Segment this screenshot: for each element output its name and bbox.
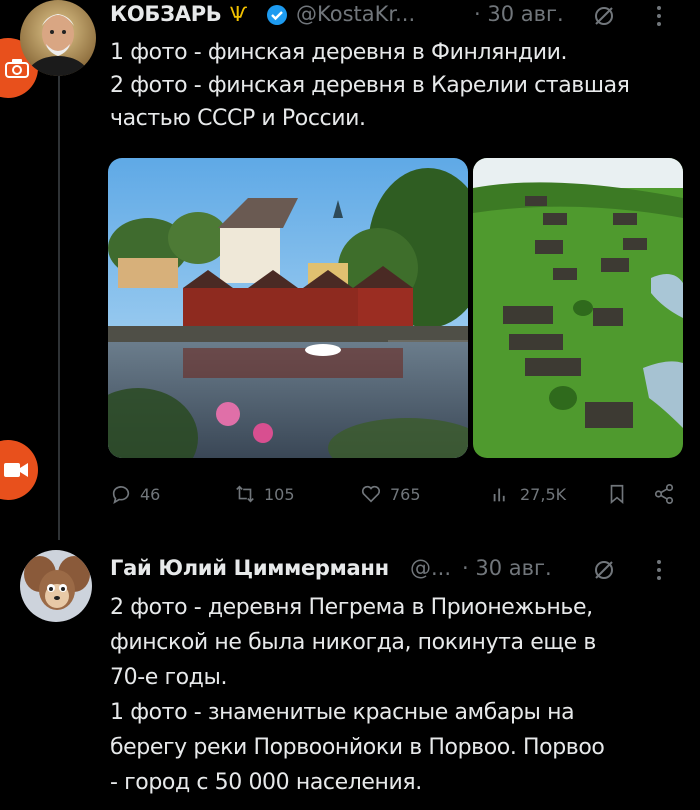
avatar[interactable] (20, 550, 92, 622)
camera-icon (5, 59, 29, 78)
video-button[interactable] (0, 440, 38, 500)
reply-icon (112, 486, 130, 504)
tweet-text-line: - город с 50 000 населения. (110, 770, 422, 795)
like-icon (361, 485, 381, 503)
grok-icon[interactable] (592, 4, 616, 28)
retweet-count: 105 (264, 484, 295, 504)
more-icon[interactable] (656, 4, 662, 28)
thread-line (58, 76, 60, 540)
tweet-date[interactable]: · 30 авг. (474, 2, 564, 26)
views-count: 27,5K (520, 484, 567, 504)
views-icon (493, 488, 505, 502)
photo-pegrema-village[interactable] (473, 158, 683, 458)
views-button[interactable]: 27,5K (490, 483, 566, 505)
avatar[interactable] (20, 0, 96, 76)
tweet-text: 1 фото - финская деревня в Финляндии. 2 … (110, 36, 630, 135)
verified-badge-icon (267, 5, 287, 25)
author-name[interactable]: Гай Юлий Циммерманн (110, 556, 389, 580)
share-icon[interactable] (652, 483, 676, 505)
retweet-button[interactable]: 105 (234, 483, 295, 505)
bookmark-icon[interactable] (606, 483, 628, 505)
author-handle[interactable]: @KostaKr... (296, 2, 415, 26)
tweet-text-line: 70-е годы. (110, 665, 228, 690)
tweet-text-line: берегу реки Порвоонйоки в Порвоо. Порвоо (110, 735, 605, 760)
tweet-text: 2 фото - деревня Пегрема в Прионежьнье, … (110, 590, 605, 800)
tweet-text-line: 2 фото - деревня Пегрема в Прионежьнье, (110, 595, 593, 620)
tweet-text-line: финской не была никогда, покинута еще в (110, 630, 596, 655)
author-name[interactable]: КОБЗАРЬ (110, 2, 222, 26)
tweet-text-line: 1 фото - финская деревня в Финляндии. (110, 40, 568, 65)
tweet-date[interactable]: · 30 авг. (462, 556, 552, 580)
trident-emoji-icon: Ѱ (230, 2, 248, 26)
like-button[interactable]: 765 (360, 483, 421, 505)
like-count: 765 (390, 484, 421, 504)
tweet-text-line: 2 фото - финская деревня в Карелии ставш… (110, 73, 630, 98)
photo-porvoo-red-barns[interactable] (108, 158, 468, 458)
author-handle[interactable]: @... (410, 556, 451, 580)
video-icon (4, 463, 28, 477)
tweet-text-line: частью СССР и России. (110, 106, 366, 131)
reply-count: 46 (140, 484, 161, 504)
retweet-icon (236, 485, 254, 503)
tweet-text-line: 1 фото - знаменитые красные амбары на (110, 700, 575, 725)
reply-button[interactable]: 46 (110, 483, 160, 505)
grok-icon[interactable] (592, 558, 616, 582)
more-icon[interactable] (656, 558, 662, 582)
